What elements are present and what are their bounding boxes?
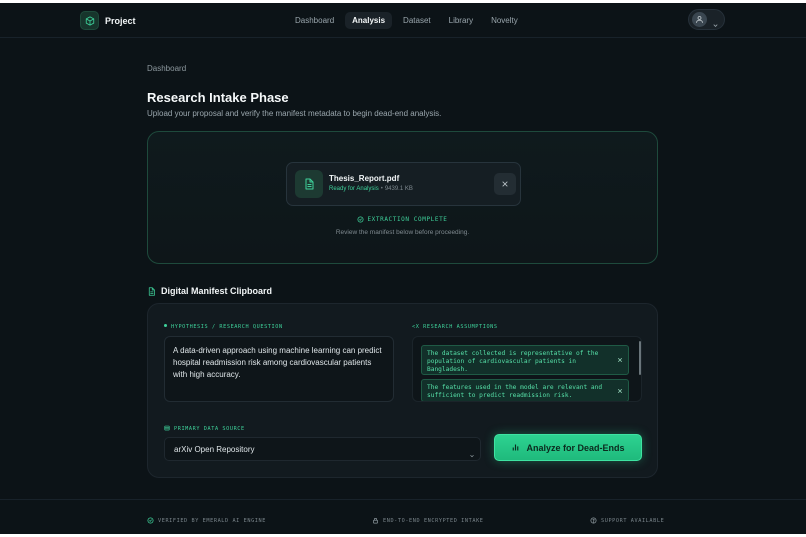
breadcrumb[interactable]: Dashboard — [147, 64, 186, 73]
file-meta: Ready for Analysis • 9439.1 KB — [329, 186, 413, 192]
user-menu-button[interactable] — [688, 9, 725, 30]
file-status: Ready for Analysis — [329, 186, 379, 192]
bullet-dot-icon — [164, 324, 167, 327]
hypothesis-label-text: HYPOTHESIS / RESEARCH QUESTION — [171, 324, 283, 330]
extraction-status: EXTRACTION COMPLETE — [148, 216, 657, 223]
manifest-panel: HYPOTHESIS / RESEARCH QUESTION A data-dr… — [147, 303, 658, 478]
page-title: Research Intake Phase — [147, 90, 289, 105]
upload-dropzone[interactable]: Thesis_Report.pdf Ready for Analysis • 943… — [147, 131, 658, 264]
data-source-select[interactable]: arXiv Open Repository — [164, 437, 481, 461]
extraction-hint: Review the manifest below before proceed… — [335, 229, 470, 236]
assumption-text: The features used in the model are relev… — [427, 384, 603, 400]
file-name: Thesis_Report.pdf — [329, 174, 400, 183]
footer-support-text: SUPPORT AVAILABLE — [601, 517, 665, 524]
assumption-chip[interactable]: The features used in the model are relev… — [421, 379, 629, 401]
avatar — [692, 12, 707, 27]
footer-encrypted-text: END-TO-END ENCRYPTED INTAKE — [383, 517, 484, 524]
check-circle-icon — [357, 216, 364, 223]
assumption-text: The dataset collected is representative … — [427, 350, 599, 374]
database-icon — [164, 425, 170, 431]
manifest-section-title: Digital Manifest Clipboard — [147, 286, 272, 296]
data-source-value: arXiv Open Repository — [174, 445, 255, 454]
main-nav: Dashboard Analysis Dataset Library Novel… — [288, 12, 529, 29]
footer-verified: VERIFIED BY EMERALD AI ENGINE — [147, 517, 266, 524]
nav-item-novelty[interactable]: Novelty — [484, 12, 525, 29]
remove-file-button[interactable] — [494, 173, 516, 195]
page-subtitle: Upload your proposal and verify the mani… — [147, 109, 442, 118]
cube-icon — [80, 11, 99, 30]
source-label-text: PRIMARY DATA SOURCE — [174, 426, 245, 432]
footer: VERIFIED BY EMERALD AI ENGINE END-TO-END… — [0, 499, 806, 534]
nav-item-dataset[interactable]: Dataset — [396, 12, 438, 29]
assumptions-label: <X RESEARCH ASSUMPTIONS — [412, 324, 498, 330]
hypothesis-label: HYPOTHESIS / RESEARCH QUESTION — [164, 324, 283, 330]
meta-separator: • — [380, 186, 383, 192]
chevron-down-icon — [712, 16, 719, 34]
brand-name: Project — [105, 15, 136, 26]
close-icon[interactable] — [617, 357, 623, 363]
manifest-title: Digital Manifest Clipboard — [161, 286, 273, 296]
chevron-down-icon — [469, 446, 475, 464]
source-label: PRIMARY DATA SOURCE — [164, 425, 245, 432]
extraction-status-text: EXTRACTION COMPLETE — [367, 216, 448, 223]
scrollbar-thumb[interactable] — [639, 341, 641, 375]
assumptions-list[interactable]: The dataset collected is representative … — [412, 336, 642, 402]
lock-icon — [373, 518, 378, 524]
footer-verified-text: VERIFIED BY EMERALD AI ENGINE — [158, 517, 266, 524]
close-icon — [502, 181, 508, 187]
hypothesis-textarea[interactable]: A data-driven approach using machine lea… — [164, 336, 394, 402]
help-circle-icon — [590, 517, 597, 524]
footer-support[interactable]: SUPPORT AVAILABLE — [590, 517, 664, 524]
nav-item-library[interactable]: Library — [442, 12, 480, 29]
top-navbar: Project Dashboard Analysis Dataset Libra… — [0, 3, 806, 38]
footer-encrypted: END-TO-END ENCRYPTED INTAKE — [372, 517, 484, 524]
document-icon — [295, 170, 323, 198]
nav-item-analysis[interactable]: Analysis — [345, 12, 393, 29]
file-size: 9439.1 KB — [384, 186, 413, 192]
close-icon[interactable] — [617, 388, 623, 394]
assumption-chip[interactable]: The dataset collected is representative … — [421, 345, 629, 375]
uploaded-file-card: Thesis_Report.pdf Ready for Analysis • 943… — [286, 162, 521, 206]
analyze-button-label: Analyze for Dead-Ends — [526, 442, 625, 453]
app-window: Project Dashboard Analysis Dataset Libra… — [0, 3, 806, 534]
clipboard-icon — [148, 286, 155, 296]
brand[interactable]: Project — [80, 11, 136, 30]
analyze-button[interactable]: Analyze for Dead-Ends — [494, 434, 642, 461]
bar-chart-icon — [513, 444, 519, 451]
nav-item-dashboard[interactable]: Dashboard — [288, 12, 341, 29]
check-circle-icon — [147, 517, 154, 524]
